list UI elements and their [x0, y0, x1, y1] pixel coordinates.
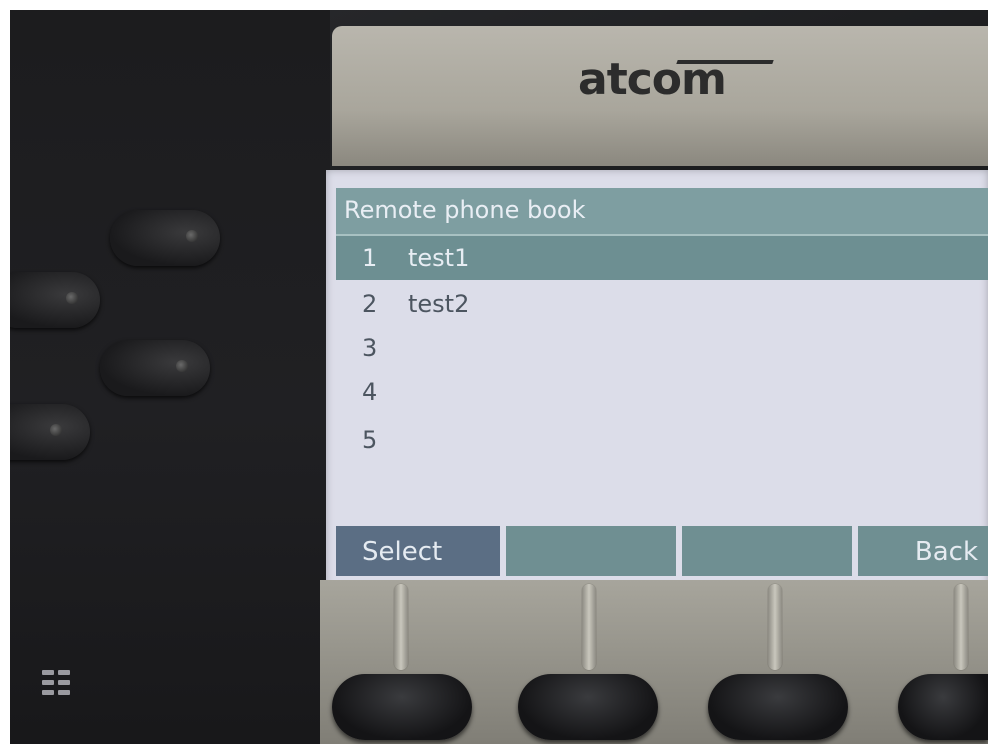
line-key-panel	[10, 10, 330, 744]
line-key-2-led	[66, 292, 78, 304]
phonebook-entry-5[interactable]: 5	[336, 418, 988, 462]
softkey-select-label: Select	[362, 537, 443, 567]
entry-name: test2	[408, 290, 470, 318]
brand-logo-bar	[676, 60, 774, 64]
line-key-3[interactable]	[100, 340, 210, 396]
softkey-back-label: Back	[914, 537, 978, 567]
phonebook-entry-3[interactable]: 3	[336, 326, 988, 370]
entry-number: 5	[362, 426, 378, 454]
title-bar: Remote phone book	[336, 188, 988, 236]
line-key-1-led	[186, 230, 198, 242]
softkey-back[interactable]: Back	[858, 526, 988, 576]
softkey-button-2[interactable]	[518, 674, 658, 740]
phonebook-entry-4[interactable]: 4	[336, 370, 988, 414]
entry-name: test1	[408, 244, 470, 272]
softkey-divider-4	[954, 584, 968, 670]
menu-grid-icon[interactable]	[42, 670, 86, 704]
screen-title: Remote phone book	[344, 196, 586, 224]
entry-number: 2	[362, 290, 378, 318]
line-key-4-led	[50, 424, 62, 436]
softkey-divider-3	[768, 584, 782, 670]
softkey-bar: Select Back	[336, 526, 988, 576]
phonebook-entry-1[interactable]: 1 test1	[336, 236, 988, 280]
lcd-screen: Remote phone book 1 test1 2 test2 3 4 5	[326, 170, 988, 590]
softkey-2[interactable]	[506, 526, 676, 576]
softkey-button-1[interactable]	[332, 674, 472, 740]
ip-phone: atcom Remote phone book 1 test1 2 test2 …	[10, 10, 988, 744]
entry-number: 3	[362, 334, 378, 362]
softkey-3[interactable]	[682, 526, 852, 576]
softkey-divider-2	[582, 584, 596, 670]
line-key-1[interactable]	[110, 210, 220, 266]
photo-frame: atcom Remote phone book 1 test1 2 test2 …	[0, 0, 988, 744]
softkey-divider-1	[394, 584, 408, 670]
softkey-button-4[interactable]	[898, 674, 988, 740]
entry-number: 4	[362, 378, 378, 406]
softkey-button-3[interactable]	[708, 674, 848, 740]
phonebook-entry-2[interactable]: 2 test2	[336, 282, 988, 326]
line-key-3-led	[176, 360, 188, 372]
softkey-select[interactable]: Select	[336, 526, 500, 576]
line-key-2[interactable]	[10, 272, 100, 328]
entry-number: 1	[362, 244, 378, 272]
